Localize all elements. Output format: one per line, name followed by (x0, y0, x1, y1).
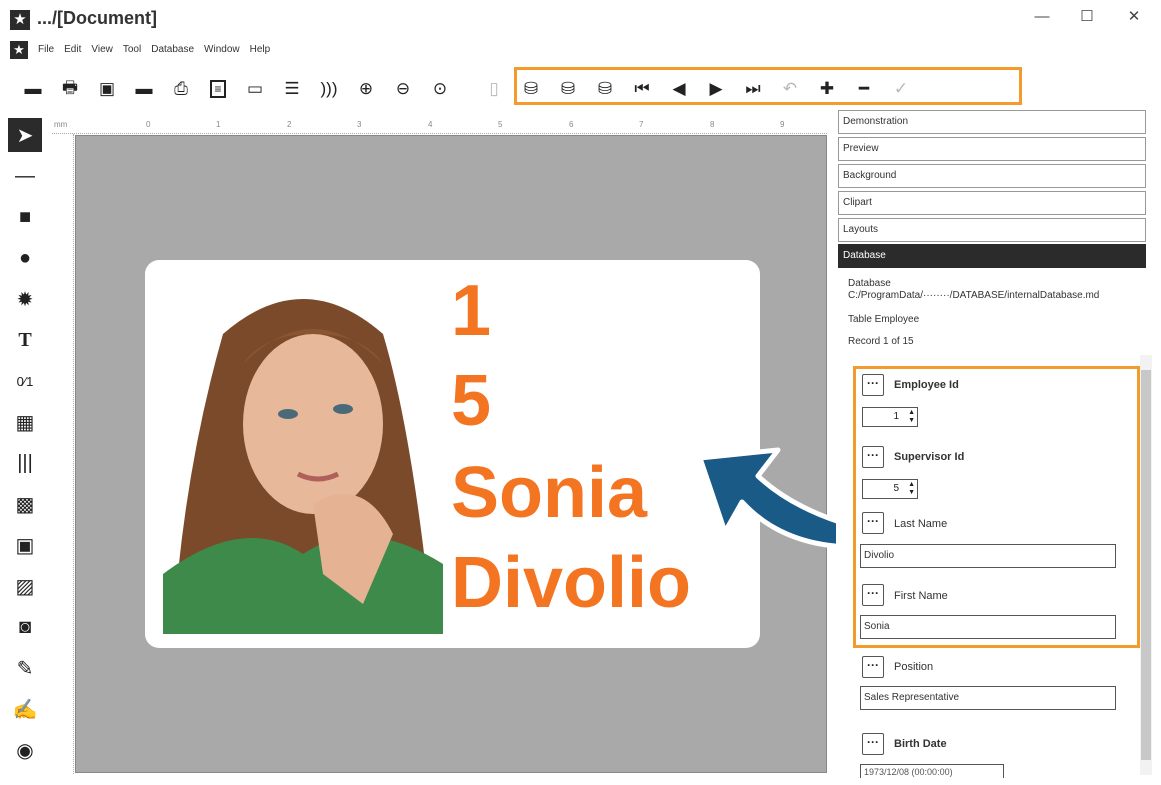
ruler-mark: 3 (357, 120, 362, 129)
ruler-mark: 5 (498, 120, 503, 129)
window-title: .../[Document] (37, 8, 157, 28)
ruler-unit: mm (54, 120, 68, 129)
birth-date-input[interactable]: 1973/12/08 (00:00:00) (860, 764, 1004, 778)
panel-scroll-thumb[interactable] (1141, 370, 1151, 760)
signature-pad-icon[interactable]: ✎ (8, 651, 42, 685)
new-card-icon[interactable]: ▬ (18, 76, 48, 102)
field-menu-button[interactable]: ··· (862, 733, 884, 755)
minimize-button[interactable]: — (1022, 6, 1062, 28)
database-path: C:/ProgramData/········/DATABASE/interna… (848, 290, 1100, 301)
ruler-vertical (52, 134, 74, 774)
id-card[interactable]: 1 5 Sonia Divolio (145, 260, 760, 648)
section-background[interactable]: Background (838, 164, 1146, 188)
record-counter: Record 1 of 15 (848, 336, 914, 347)
line-icon[interactable]: — (8, 159, 42, 193)
menu-help[interactable]: Help (250, 44, 271, 60)
fields-highlight (853, 366, 1140, 648)
ruler-mark: 7 (639, 120, 644, 129)
section-demonstration[interactable]: Demonstration (838, 110, 1146, 134)
ruler-mark: 1 (216, 120, 221, 129)
field-menu-button[interactable]: ··· (862, 656, 884, 678)
card-employee-id[interactable]: 1 (451, 270, 491, 352)
menu-star-icon: ★ (10, 41, 28, 59)
tool-palette: ➤ — ■ ● ✹ T 0⁄1 ▦ ||| ▩ ▣ ▨ ◙ ✎ ✍ ◉ (8, 118, 46, 774)
table-name: Table Employee (848, 314, 920, 325)
employee-photo[interactable] (163, 274, 443, 634)
layers-icon[interactable]: ☰ (277, 76, 307, 102)
close-button[interactable]: ✕ (1114, 6, 1154, 28)
zoom-out-icon[interactable]: ⊖ (388, 76, 418, 102)
picture-icon[interactable]: ▨ (8, 569, 42, 603)
star-shape-icon[interactable]: ✹ (8, 282, 42, 316)
counter-icon[interactable]: 0⁄1 (8, 364, 42, 398)
sign-icon[interactable]: ✍ (8, 692, 42, 726)
text-icon[interactable]: T (8, 323, 42, 357)
db-disabled-icon[interactable]: ▯ (479, 76, 509, 102)
menu-database[interactable]: Database (151, 44, 194, 60)
maximize-button[interactable]: ☐ (1067, 6, 1107, 28)
ruler-mark: 4 (428, 120, 433, 129)
printer-icon[interactable]: ⎙ (166, 76, 196, 102)
section-layouts[interactable]: Layouts (838, 218, 1146, 242)
ellipse-icon[interactable]: ● (8, 241, 42, 275)
camera-icon[interactable]: ◙ (8, 610, 42, 644)
date-icon[interactable]: ▦ (8, 405, 42, 439)
card-supervisor-id[interactable]: 5 (451, 360, 491, 442)
menu-tool[interactable]: Tool (123, 44, 141, 60)
ruler-horizontal: mm 0 1 2 3 4 5 6 7 8 9 (52, 118, 827, 134)
card-last-name[interactable]: Divolio (451, 542, 691, 624)
barcode-icon[interactable]: ||| (8, 446, 42, 480)
app-star-icon: ★ (10, 10, 30, 30)
fingerprint-icon[interactable]: ◉ (8, 733, 42, 767)
field-label-birth-date: Birth Date (894, 738, 947, 750)
rectangle-icon[interactable]: ■ (8, 200, 42, 234)
ruler-mark: 9 (780, 120, 785, 129)
card-back-icon[interactable]: ▭ (240, 76, 270, 102)
db-navigation-highlight (514, 67, 1022, 105)
card-first-name[interactable]: Sonia (451, 452, 647, 534)
pointer-icon[interactable]: ➤ (8, 118, 42, 152)
zoom-fit-icon[interactable]: ⊙ (425, 76, 455, 102)
qrcode-icon[interactable]: ▩ (8, 487, 42, 521)
menu-bar: File Edit View Tool Database Window Help (38, 44, 270, 60)
menu-window[interactable]: Window (204, 44, 240, 60)
new-icon[interactable]: ▬ (129, 76, 159, 102)
menu-file[interactable]: File (38, 44, 54, 60)
section-database[interactable]: Database (838, 244, 1146, 268)
image-icon[interactable]: ▣ (8, 528, 42, 562)
birth-date-value: 1973/12/08 (00:00:00) (864, 767, 953, 777)
ruler-mark: 8 (710, 120, 715, 129)
position-input[interactable]: Sales Representative (860, 686, 1116, 710)
menu-edit[interactable]: Edit (64, 44, 81, 60)
encode-icon[interactable]: ))) (314, 76, 344, 102)
section-preview[interactable]: Preview (838, 137, 1146, 161)
database-label: Database (848, 278, 891, 289)
menu-view[interactable]: View (91, 44, 113, 60)
print-icon[interactable]: 🖶 (55, 76, 85, 102)
ruler-mark: 0 (146, 120, 151, 129)
field-label-position: Position (894, 661, 934, 673)
zoom-in-icon[interactable]: ⊕ (351, 76, 381, 102)
card-front-icon[interactable]: ≡ (203, 76, 233, 102)
ruler-mark: 2 (287, 120, 292, 129)
ruler-mark: 6 (569, 120, 574, 129)
save-icon[interactable]: ▣ (92, 76, 122, 102)
section-clipart[interactable]: Clipart (838, 191, 1146, 215)
title-bar: ★ .../[Document] — ☐ ✕ (0, 0, 1161, 38)
